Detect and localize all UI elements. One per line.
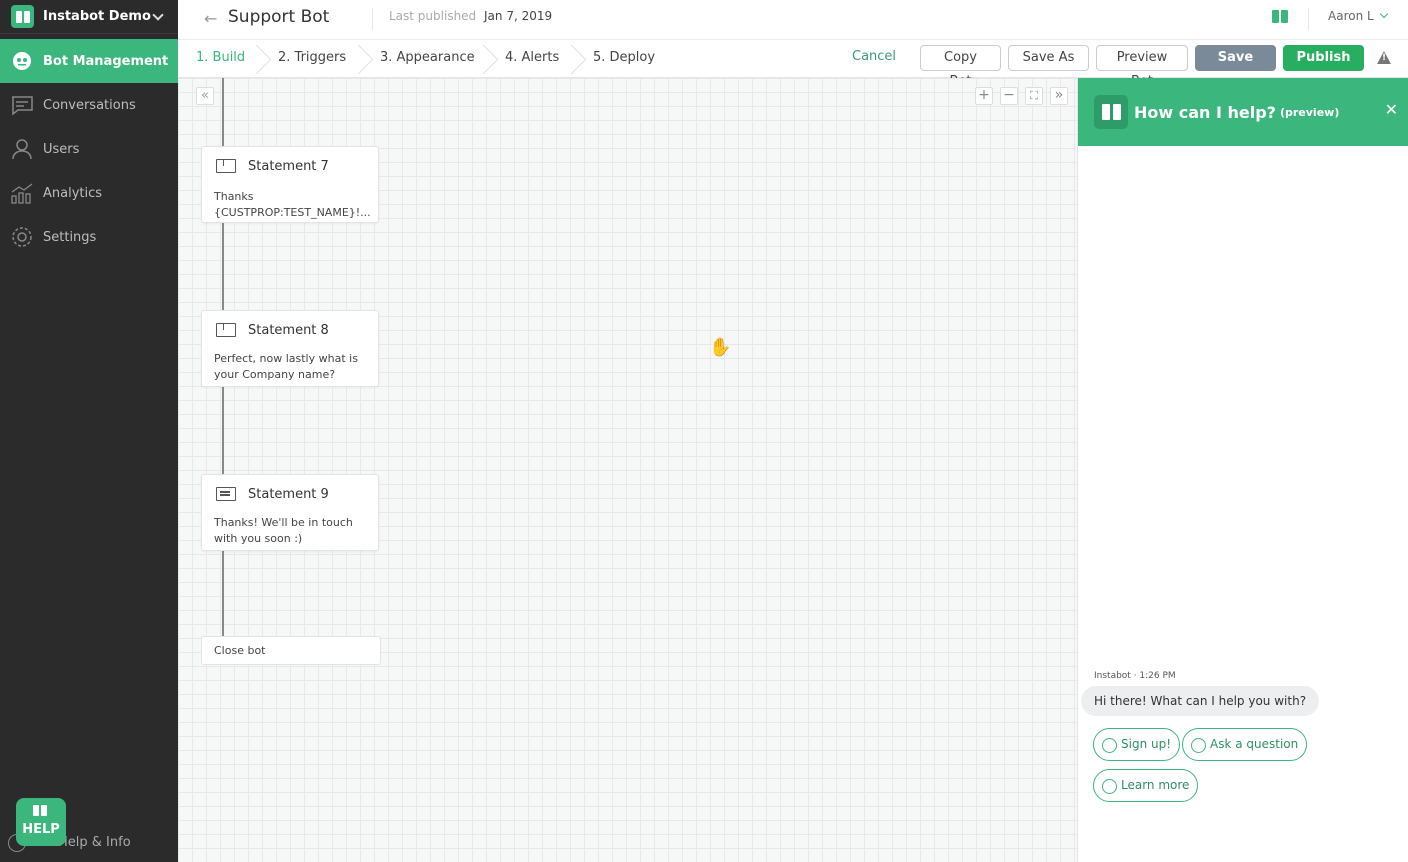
node-title: Statement 7 bbox=[248, 158, 329, 174]
copy-bot-button[interactable]: Copy Bot bbox=[920, 45, 1001, 89]
sidebar-item-label: Conversations bbox=[43, 97, 136, 113]
node-body: Thanks {CUSTPROP:TEST_NAME}!... bbox=[214, 190, 371, 219]
sidebar-item-label: Bot Management bbox=[43, 53, 169, 69]
back-arrow-icon[interactable]: ← bbox=[204, 9, 217, 28]
flow-connector bbox=[222, 223, 224, 310]
sidebar-item-label: Users bbox=[43, 141, 80, 157]
preview-title: How can I help? bbox=[1134, 102, 1276, 122]
tab-deploy[interactable]: 5. Deploy bbox=[593, 50, 655, 65]
sidebar: Instabot Demo Bot Management Conversatio… bbox=[0, 0, 178, 862]
sidebar-item-settings[interactable]: Settings bbox=[0, 215, 178, 259]
preview-subtitle: (preview) bbox=[1279, 105, 1340, 119]
tab-build[interactable]: 1. Build bbox=[196, 50, 245, 65]
option-sign-up[interactable]: Sign up! bbox=[1093, 728, 1181, 761]
user-menu[interactable]: Aaron L bbox=[1328, 9, 1374, 23]
option-ask-question[interactable]: Ask a question bbox=[1182, 728, 1308, 761]
option-learn-more[interactable]: Learn more bbox=[1093, 769, 1199, 802]
sidebar-item-label: Analytics bbox=[43, 185, 103, 201]
flow-node-statement[interactable]: Statement 7 Thanks {CUSTPROP:TEST_NAME}!… bbox=[201, 146, 379, 223]
preview-bot-button[interactable]: Preview Bot bbox=[1096, 45, 1188, 89]
fit-screen-icon[interactable]: ⛶ bbox=[1025, 87, 1043, 105]
text-input-icon bbox=[216, 158, 236, 173]
analytics-icon bbox=[10, 182, 34, 204]
tab-alerts[interactable]: 4. Alerts bbox=[505, 50, 559, 65]
zoom-in-icon[interactable]: + bbox=[975, 87, 993, 105]
sidebar-item-label: Settings bbox=[43, 229, 97, 245]
step-separator bbox=[254, 43, 268, 75]
step-separator bbox=[481, 43, 495, 75]
instabot-logo-icon bbox=[1094, 95, 1128, 129]
node-title: Statement 9 bbox=[248, 486, 329, 502]
brand-name: Instabot Demo bbox=[43, 9, 151, 24]
close-bot-node[interactable]: Close bot bbox=[201, 636, 381, 665]
flow-connector bbox=[222, 78, 224, 146]
save-button[interactable]: Save bbox=[1195, 45, 1276, 71]
sidebar-item-users[interactable]: Users bbox=[0, 127, 178, 171]
save-as-button[interactable]: Save As bbox=[1008, 45, 1089, 71]
text-input-icon bbox=[216, 322, 236, 337]
divider bbox=[1308, 8, 1309, 30]
robot-icon bbox=[10, 50, 34, 72]
bot-message: Hi there! What can I help you with? bbox=[1081, 686, 1320, 716]
chevron-down-icon[interactable] bbox=[152, 9, 164, 21]
preview-header: How can I help? (preview) ✕ bbox=[1078, 78, 1408, 146]
hand-cursor-icon: ✋ bbox=[709, 337, 732, 358]
flow-node-statement[interactable]: Statement 8 Perfect, now lastly what is … bbox=[201, 310, 379, 387]
node-title: Statement 8 bbox=[248, 322, 329, 338]
cancel-button[interactable]: Cancel bbox=[852, 49, 896, 64]
instabot-logo-icon bbox=[33, 805, 47, 816]
bot-preview-panel: How can I help? (preview) ✕ Instabot · 1… bbox=[1077, 78, 1408, 862]
last-published-label: Last published bbox=[389, 9, 477, 23]
tab-triggers[interactable]: 2. Triggers bbox=[278, 50, 346, 65]
step-separator bbox=[569, 43, 583, 75]
publish-button[interactable]: Publish bbox=[1283, 45, 1364, 71]
flow-canvas[interactable]: « + − ⛶ » Statement 7 Thanks {CUSTPROP:T… bbox=[178, 78, 1077, 862]
warning-icon[interactable] bbox=[1377, 51, 1391, 64]
help-button-label: HELP bbox=[22, 822, 60, 837]
sidebar-item-analytics[interactable]: Analytics bbox=[0, 171, 178, 215]
steps-bar: 1. Build 2. Triggers 3. Appearance 4. Al… bbox=[178, 40, 1408, 89]
sidebar-item-conversations[interactable]: Conversations bbox=[0, 83, 178, 127]
flow-connector bbox=[222, 387, 224, 474]
flow-connector bbox=[222, 551, 224, 636]
close-icon[interactable]: ✕ bbox=[1385, 100, 1398, 119]
zoom-out-icon[interactable]: − bbox=[1000, 87, 1018, 105]
last-published-date: Jan 7, 2019 bbox=[484, 9, 553, 23]
sidebar-item-bot-management[interactable]: Bot Management bbox=[0, 39, 178, 83]
message-meta: Instabot · 1:26 PM bbox=[1094, 671, 1176, 681]
collapse-left-icon[interactable]: « bbox=[196, 87, 214, 105]
expand-right-icon[interactable]: » bbox=[1050, 87, 1068, 105]
instabot-logo-icon bbox=[11, 5, 34, 28]
flow-node-statement[interactable]: Statement 9 Thanks! We'll be in touch wi… bbox=[201, 474, 379, 551]
sidebar-nav: Bot Management Conversations Users Analy… bbox=[0, 39, 178, 259]
node-body: Thanks! We'll be in touch with you soon … bbox=[214, 516, 353, 545]
node-body: Perfect, now lastly what is your Company… bbox=[214, 352, 358, 381]
user-icon bbox=[10, 138, 34, 160]
chevron-down-icon[interactable] bbox=[1379, 9, 1389, 19]
brand-switcher[interactable]: Instabot Demo bbox=[0, 0, 178, 34]
chat-icon bbox=[10, 94, 34, 116]
step-separator bbox=[356, 43, 370, 75]
top-bar: ← Support Bot Last published Jan 7, 2019… bbox=[178, 0, 1408, 40]
instabot-logo-icon bbox=[1272, 10, 1288, 23]
message-icon bbox=[216, 487, 236, 501]
help-info-link[interactable]: Help & Info bbox=[58, 835, 131, 850]
gear-icon bbox=[10, 226, 34, 248]
page-title: Support Bot bbox=[228, 7, 330, 27]
help-button[interactable]: HELP bbox=[16, 798, 66, 846]
tab-appearance[interactable]: 3. Appearance bbox=[380, 50, 475, 65]
divider bbox=[372, 8, 373, 30]
